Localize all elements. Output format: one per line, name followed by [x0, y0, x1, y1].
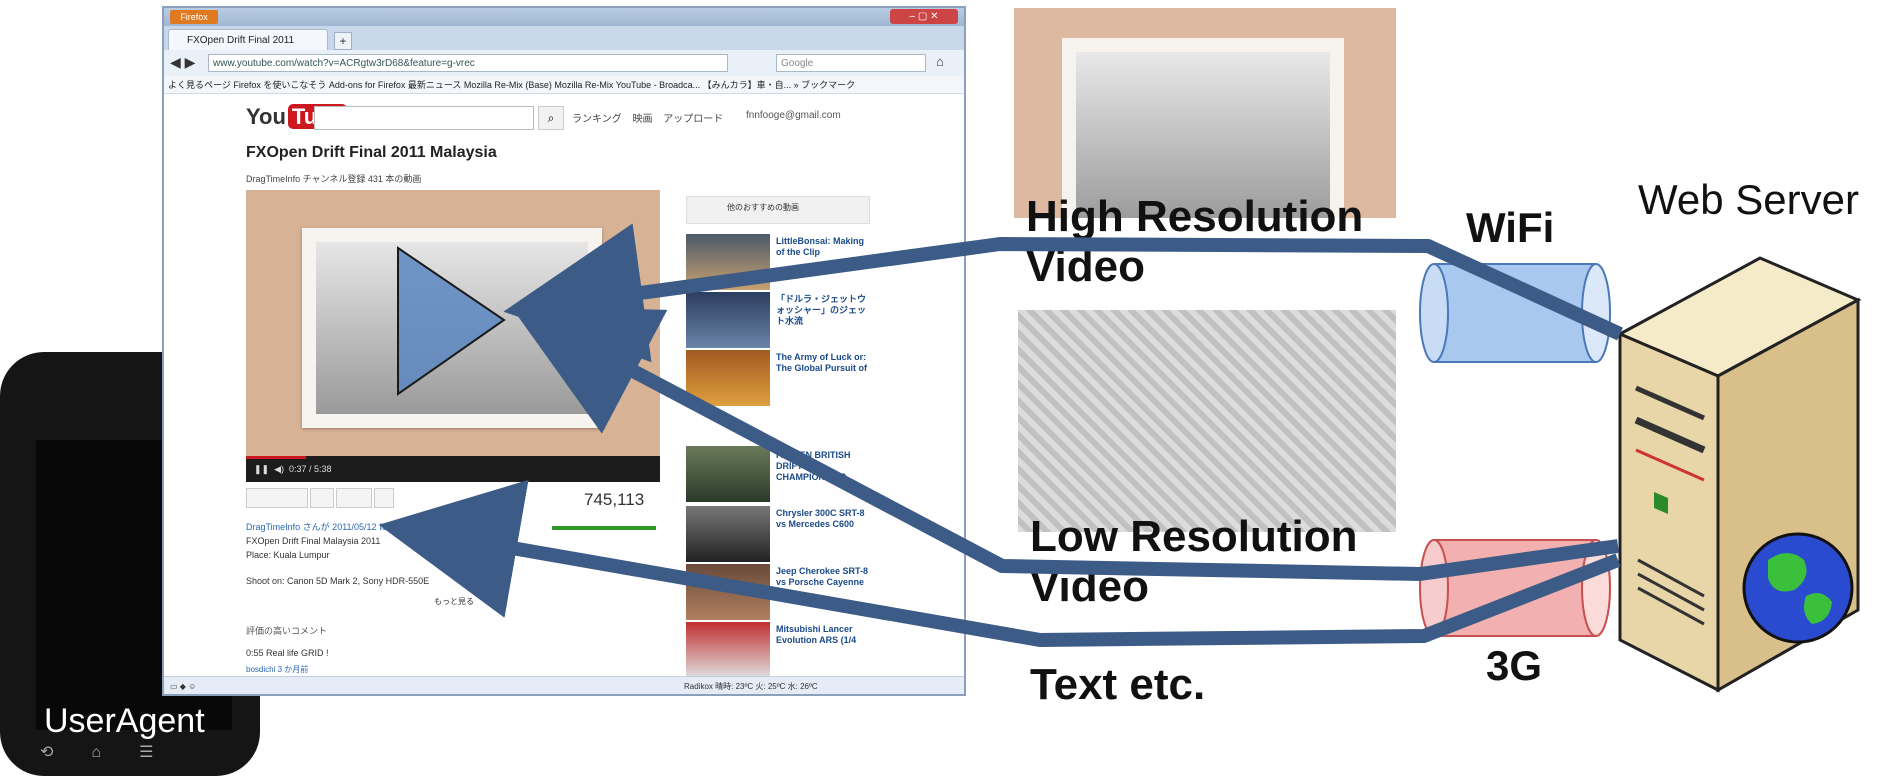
arrow-ld-3g [510, 306, 1619, 581]
globe-icon [1742, 532, 1854, 644]
web-server-icon [1616, 256, 1862, 693]
connection-diagram [378, 223, 1862, 693]
